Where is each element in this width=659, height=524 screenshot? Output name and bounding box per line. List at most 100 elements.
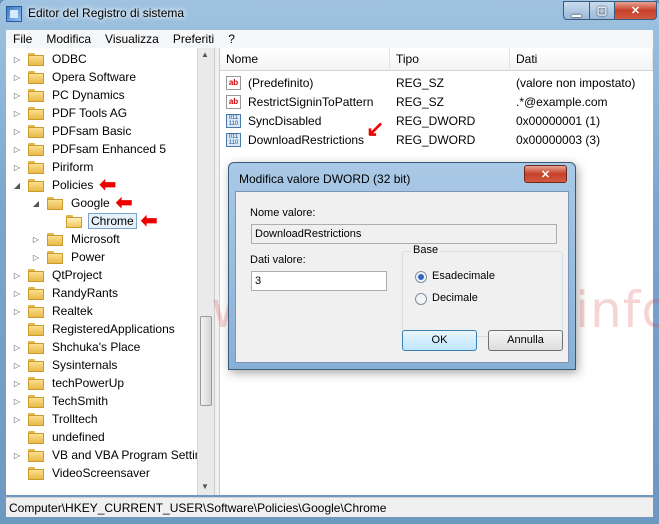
- ok-button[interactable]: OK: [402, 330, 477, 351]
- tree-node[interactable]: VideoScreensaver: [12, 464, 152, 482]
- tree-node-label[interactable]: techPowerUp: [50, 376, 126, 390]
- tree-node[interactable]: ▷ techPowerUp: [12, 374, 126, 392]
- expander-icon[interactable]: ▷: [12, 397, 22, 406]
- tree-node[interactable]: ▷ Piriform: [12, 158, 95, 176]
- tree-node[interactable]: Chrome ⬅: [50, 211, 157, 231]
- tree-node[interactable]: ▷ Shchuka's Place: [12, 338, 142, 356]
- tree-node[interactable]: ▷ PDFsam Basic: [12, 122, 133, 140]
- tree-node[interactable]: ▷ Opera Software: [12, 68, 138, 86]
- value-data-label: Dati valore:: [250, 254, 306, 266]
- value-row[interactable]: 011 110 SyncDisabled REG_DWORD 0x00000001 (…: [220, 112, 653, 131]
- tree-node[interactable]: ▷ Microsoft: [31, 230, 122, 248]
- expander-icon[interactable]: ▷: [12, 415, 22, 424]
- value-row[interactable]: 011 110 DownloadRestrictions REG_DWORD 0x00…: [220, 118, 653, 150]
- column-header-nome[interactable]: Nome: [220, 48, 390, 70]
- expander-icon[interactable]: ▷: [31, 235, 41, 244]
- value-row[interactable]: ab (Predefinito) REG_SZ (valore non imposta…: [220, 74, 653, 93]
- tree-node-label[interactable]: Opera Software: [50, 70, 138, 84]
- tree-node[interactable]: ▷ Power: [31, 248, 107, 266]
- tree-node[interactable]: ▷ PC Dynamics: [12, 86, 127, 104]
- expander-icon[interactable]: ◢: [31, 199, 41, 208]
- tree-node[interactable]: RegisteredApplications: [12, 320, 177, 338]
- tree-node-label[interactable]: Power: [69, 250, 107, 264]
- expander-icon[interactable]: ▷: [12, 163, 22, 172]
- expander-icon[interactable]: ▷: [12, 361, 22, 370]
- title-bar[interactable]: Editor del Registro di sistema ▁ ▢ ✕: [0, 0, 659, 28]
- expander-icon[interactable]: ▷: [12, 289, 22, 298]
- tree-node[interactable]: ◢ Google ⬅: [31, 193, 133, 213]
- expander-icon[interactable]: ▷: [12, 271, 22, 280]
- expander-icon[interactable]: ▷: [12, 145, 22, 154]
- dialog-body: Nome valore: DownloadRestrictions Dati v…: [235, 191, 569, 363]
- tree-node-label[interactable]: VB and VBA Program Settings: [50, 448, 214, 462]
- radio-decimal[interactable]: [415, 293, 427, 305]
- menu-file[interactable]: File: [6, 32, 39, 46]
- tree-node-label[interactable]: Trolltech: [50, 412, 100, 426]
- value-row[interactable]: ab RestrictSigninToPattern REG_SZ .*@exampl…: [220, 93, 653, 112]
- expander-icon[interactable]: ▷: [12, 55, 22, 64]
- tree-node-label[interactable]: Sysinternals: [50, 358, 119, 372]
- scrollbar-thumb[interactable]: [200, 316, 212, 406]
- expander-icon[interactable]: ▷: [12, 343, 22, 352]
- tree-node-label[interactable]: Policies: [50, 178, 95, 192]
- tree-vertical-scrollbar[interactable]: ▲ ▼: [197, 48, 214, 495]
- tree-node[interactable]: ◢ Policies ⬅: [12, 175, 116, 195]
- tree-node[interactable]: ▷ Sysinternals: [12, 356, 119, 374]
- tree-node-label[interactable]: PDFsam Basic: [50, 124, 133, 138]
- tree-node-label[interactable]: RegisteredApplications: [50, 322, 177, 336]
- dword-value-icon: 011 110: [226, 114, 241, 128]
- expander-icon[interactable]: ▷: [12, 379, 22, 388]
- column-header-dati[interactable]: Dati: [510, 48, 653, 70]
- tree-node-label[interactable]: Google: [69, 196, 112, 210]
- tree-node[interactable]: ▷ RandyRants: [12, 284, 120, 302]
- radio-decimal-label[interactable]: Decimale: [432, 292, 478, 304]
- maximize-button[interactable]: ▢: [589, 1, 615, 20]
- value-data-input[interactable]: 3: [251, 271, 387, 291]
- column-header-tipo[interactable]: Tipo: [390, 48, 510, 70]
- tree-node[interactable]: undefined: [12, 428, 107, 446]
- tree-node[interactable]: ▷ Realtek: [12, 302, 95, 320]
- tree-node[interactable]: ▷ QtProject: [12, 266, 104, 284]
- tree-node-label[interactable]: PDFsam Enhanced 5: [50, 142, 168, 156]
- expander-icon[interactable]: ▷: [12, 109, 22, 118]
- close-button[interactable]: ✕: [614, 1, 657, 20]
- tree-node-label[interactable]: TechSmith: [50, 394, 110, 408]
- tree-node-label[interactable]: Realtek: [50, 304, 95, 318]
- dialog-close-button[interactable]: ✕: [524, 165, 567, 183]
- tree-node[interactable]: ▷ ODBC: [12, 50, 89, 68]
- tree-node-label[interactable]: undefined: [50, 430, 107, 444]
- scroll-up-icon[interactable]: ▲: [201, 50, 209, 59]
- tree-node[interactable]: ▷ VB and VBA Program Settings: [12, 446, 214, 464]
- expander-icon[interactable]: ▷: [12, 127, 22, 136]
- scroll-down-icon[interactable]: ▼: [201, 482, 209, 491]
- tree-node[interactable]: ▷ Trolltech: [12, 410, 100, 428]
- expander-icon[interactable]: ▷: [12, 451, 22, 460]
- radio-hexadecimal-label[interactable]: Esadecimale: [432, 270, 495, 282]
- tree-node-label[interactable]: PDF Tools AG: [50, 106, 129, 120]
- tree-node-label[interactable]: RandyRants: [50, 286, 120, 300]
- menu-preferiti[interactable]: Preferiti: [166, 32, 221, 46]
- tree-node-label[interactable]: PC Dynamics: [50, 88, 127, 102]
- expander-icon[interactable]: ◢: [12, 181, 22, 190]
- tree-node-label[interactable]: Shchuka's Place: [50, 340, 142, 354]
- expander-icon[interactable]: ▷: [12, 91, 22, 100]
- tree-node[interactable]: ▷ PDF Tools AG: [12, 104, 129, 122]
- menu-modifica[interactable]: Modifica: [39, 32, 98, 46]
- expander-icon[interactable]: ▷: [12, 307, 22, 316]
- menu-visualizza[interactable]: Visualizza: [98, 32, 166, 46]
- tree-node-label[interactable]: Microsoft: [69, 232, 122, 246]
- minimize-button[interactable]: ▁: [563, 1, 590, 20]
- radio-hexadecimal[interactable]: [415, 271, 427, 283]
- cancel-button[interactable]: Annulla: [488, 330, 563, 351]
- tree-node-label[interactable]: VideoScreensaver: [50, 466, 152, 480]
- expander-icon[interactable]: ▷: [12, 73, 22, 82]
- tree-node-label[interactable]: Piriform: [50, 160, 95, 174]
- tree-node-label[interactable]: ODBC: [50, 52, 89, 66]
- menu-help[interactable]: ?: [221, 32, 242, 46]
- tree-node-label[interactable]: QtProject: [50, 268, 104, 282]
- base-groupbox: Base Esadecimale Decimale: [402, 244, 563, 337]
- tree-node-label[interactable]: Chrome: [88, 213, 137, 229]
- tree-node[interactable]: ▷ PDFsam Enhanced 5: [12, 140, 168, 158]
- tree-node[interactable]: ▷ TechSmith: [12, 392, 110, 410]
- expander-icon[interactable]: ▷: [31, 253, 41, 262]
